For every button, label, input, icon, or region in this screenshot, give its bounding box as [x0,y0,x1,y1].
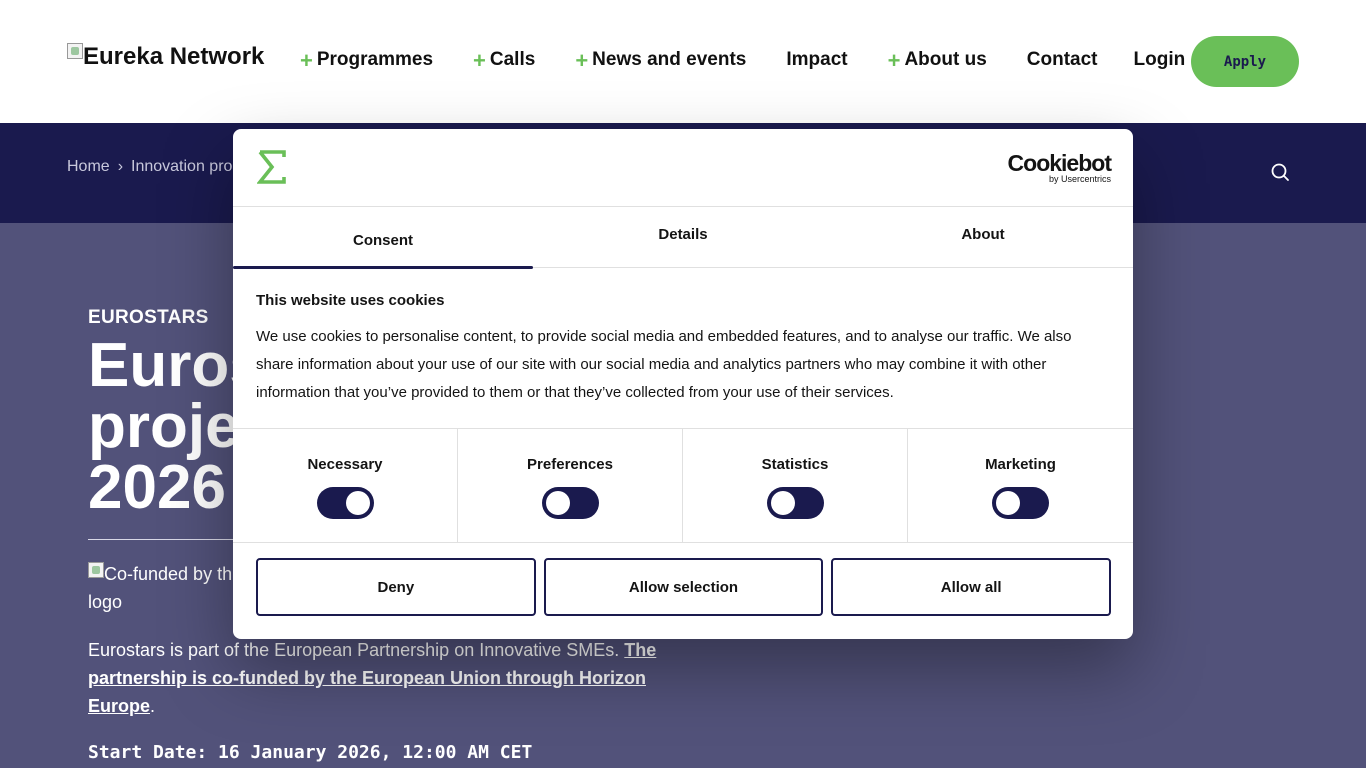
plus-icon: + [473,47,486,73]
necessary-toggle[interactable] [316,487,374,519]
nav-label: Contact [1026,49,1098,70]
intro-end: . [150,696,156,716]
intro-text: Eurostars is part of the European Partne… [88,640,625,660]
dialog-description: We use cookies to personalise content, t… [256,328,1072,401]
pref-label: Statistics [761,456,829,473]
marketing-toggle[interactable] [992,487,1049,519]
dialog-heading: This website uses cookies [256,292,445,309]
cofund-alt-text-2: logo [88,592,123,612]
cofund-logo: Co-funded by th logo [88,560,248,616]
divider [88,539,248,540]
toggle-knob [770,491,795,515]
toggle-knob [996,491,1020,515]
cookie-consent-dialog: Cookiebot by Usercentrics Consent Detail… [233,129,1133,639]
cofund-alt-text: Co-funded by th [104,564,233,584]
plus-icon: + [300,47,313,73]
broken-image-icon [88,562,104,578]
pref-statistics: Statistics [683,429,908,542]
nav-label: About us [904,49,987,70]
nav-item-login[interactable]: Login [1134,49,1186,71]
nav-item-news-and-events[interactable]: + News and events [575,49,746,71]
logo-alt-text: Eureka Network [83,43,265,70]
cookiebot-logo[interactable]: Cookiebot by Usercentrics [1007,150,1112,184]
nav-item-about-us[interactable]: + About us [888,49,987,71]
plus-icon: + [887,47,901,73]
deny-button[interactable]: Deny [256,558,536,616]
pref-label: Necessary [307,456,383,473]
breadcrumb-current[interactable]: Innovation pro [131,158,232,176]
pref-marketing: Marketing [908,429,1133,542]
pref-necessary: Necessary [233,429,458,542]
breadcrumb-home[interactable]: Home [67,158,110,176]
dialog-tabs: Consent Details About [233,207,1133,269]
cookiebot-brand: Cookiebot [1007,150,1112,176]
pref-label: Marketing [985,456,1056,473]
dialog-body: This website uses cookies We use cookies… [256,292,1111,407]
search-icon[interactable] [1270,162,1290,182]
apply-button[interactable]: Apply [1191,36,1299,87]
allow-all-button[interactable]: Allow all [831,558,1112,616]
preferences-toggle[interactable] [541,487,599,519]
site-logo[interactable]: Eureka Network [67,43,264,71]
nav-label: Impact [786,49,848,70]
tab-details[interactable]: Details [533,207,833,268]
breadcrumb-separator: › [117,158,124,175]
nav-item-programmes[interactable]: + Programmes [300,49,433,71]
pref-preferences: Preferences [458,429,683,542]
nav-item-calls[interactable]: + Calls [473,49,535,71]
dialog-buttons: Deny Allow selection Allow all [256,558,1112,616]
start-date: Start Date: 16 January 2026, 12:00 AM CE… [88,742,533,763]
nav-item-impact[interactable]: Impact [786,49,847,71]
tab-consent[interactable]: Consent [233,207,533,269]
plus-icon: + [575,47,589,73]
main-nav: + Programmes + Calls + News and events I… [300,49,1185,71]
breadcrumb: Home › Innovation pro [67,158,232,176]
nav-label: Programmes [316,49,434,70]
nav-label: Login [1133,49,1186,70]
toggle-knob [345,491,370,515]
cookie-preferences: Necessary Preferences Statistics Marketi… [233,428,1133,543]
nav-label: News and events [592,49,747,70]
nav-label: Calls [489,49,536,70]
sigma-logo-icon [257,150,286,184]
toggle-knob [545,491,570,515]
nav-item-contact[interactable]: Contact [1027,49,1098,71]
allow-selection-button[interactable]: Allow selection [543,558,824,616]
intro-paragraph: Eurostars is part of the European Partne… [88,636,678,720]
broken-image-icon [67,43,83,59]
statistics-toggle[interactable] [766,487,824,519]
tab-about[interactable]: About [833,207,1133,268]
dialog-header: Cookiebot by Usercentrics [233,129,1133,207]
site-header: Eureka Network + Programmes + Calls + Ne… [0,0,1366,123]
hero-eyebrow: EUROSTARS [88,307,209,328]
pref-label: Preferences [527,456,613,473]
